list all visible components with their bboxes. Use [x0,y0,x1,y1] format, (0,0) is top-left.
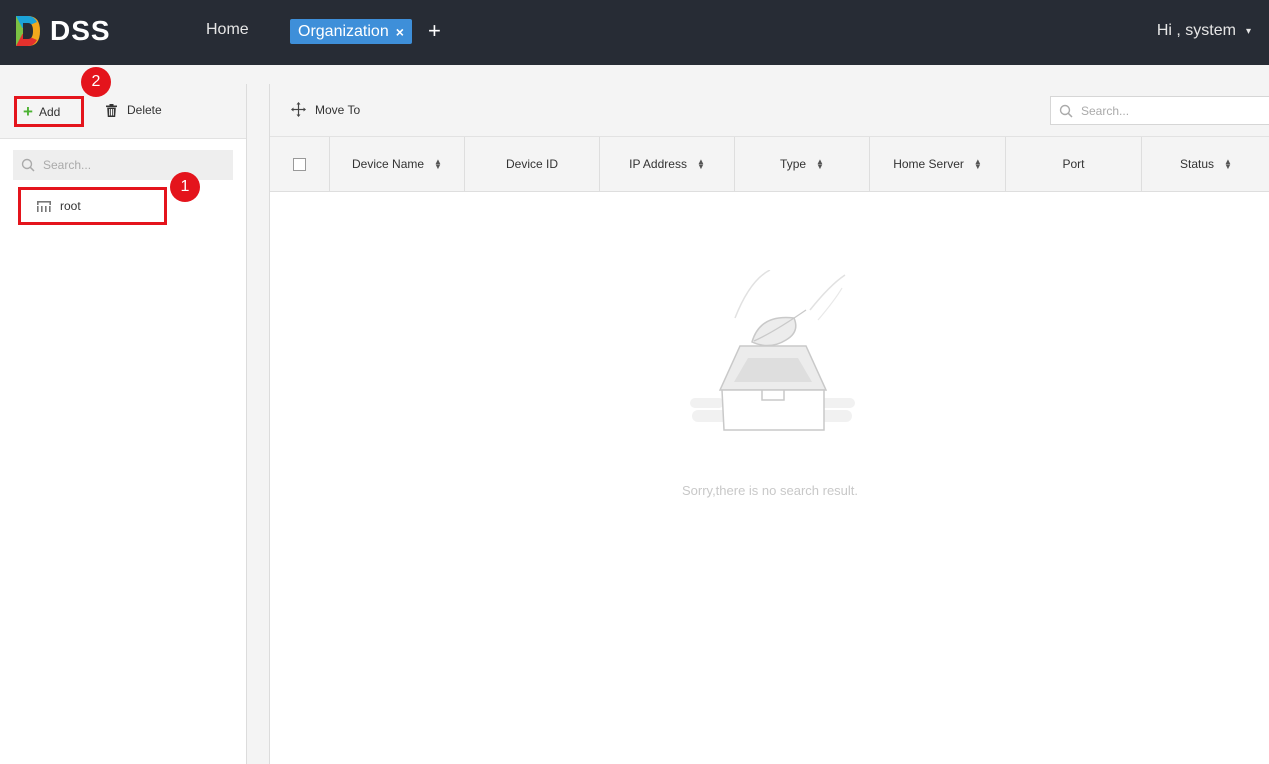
org-tree-icon [37,201,51,212]
dss-logo[interactable]: DSS [14,14,111,48]
column-header-device-id: Device ID [465,137,600,191]
search-icon [21,158,35,172]
column-header-status[interactable]: Status ▲ ▼ [1142,137,1269,191]
tab-organization-label: Organization [298,22,389,40]
column-label: Port [1062,157,1085,171]
callout-badge-1: 1 [170,172,200,202]
plus-icon: + [23,101,33,121]
select-all-cell [270,137,330,191]
column-header-type[interactable]: Type ▲ ▼ [735,137,870,191]
user-greeting: Hi , system [1156,22,1236,39]
top-bar: DSS Home Organization × + Hi , system ▾ [0,0,1269,65]
column-header-home-server[interactable]: Home Server ▲ ▼ [870,137,1006,191]
empty-message: Sorry,there is no search result. [681,483,859,498]
column-label: Status [1180,157,1215,171]
trash-icon [106,103,117,117]
add-tab-button[interactable]: + [428,18,441,44]
dss-logo-icon [16,16,40,46]
column-label: Device Name [352,157,425,171]
tree-node-label: root [60,199,81,213]
column-label: Device ID [505,157,558,171]
sort-icon[interactable]: ▲ ▼ [1224,158,1232,171]
tree-toolbar: + Add Delete [0,84,246,139]
empty-state: Sorry,there is no search result. [270,192,1269,764]
user-menu[interactable]: Hi , system ▾ [1157,22,1251,40]
tree-node-root[interactable]: root [18,187,167,225]
device-search-input[interactable]: Search... [1050,96,1269,125]
delete-button[interactable]: Delete [106,103,162,117]
device-search-placeholder: Search... [1081,103,1130,118]
column-header-ip-address[interactable]: IP Address ▲ ▼ [600,137,735,191]
caret-down-icon: ▾ [1245,25,1251,37]
column-label: Type [780,157,807,171]
callout-badge-2: 2 [81,67,111,97]
organization-tree-panel: + Add Delete Search... root [0,84,247,764]
logo-text: DSS [50,15,111,46]
delete-button-label: Delete [127,103,162,117]
tree-search-placeholder: Search... [43,158,92,172]
move-arrows-icon [291,102,306,117]
column-header-device-name[interactable]: Device Name ▲ ▼ [330,137,465,191]
column-header-port: Port [1006,137,1142,191]
column-label: Home Server [893,157,964,171]
nav-home[interactable]: Home [206,21,249,39]
sort-icon[interactable]: ▲ ▼ [697,158,705,171]
move-to-label: Move To [315,102,361,117]
device-table-header: Device Name ▲ ▼ Device ID IP Address ▲ ▼ T… [270,137,1269,192]
tab-organization[interactable]: Organization × [290,19,412,44]
select-all-checkbox[interactable] [293,157,306,171]
device-toolbar: Move To Search... [270,84,1269,137]
move-to-button[interactable]: Move To [291,102,360,117]
add-button-label: Add [38,104,61,119]
sort-icon[interactable]: ▲ ▼ [816,158,824,171]
tree-search-input[interactable]: Search... [13,150,233,180]
column-label: IP Address [629,157,687,171]
close-icon[interactable]: × [396,24,404,40]
add-button[interactable]: + Add [14,96,84,127]
search-icon [1059,104,1073,118]
device-list-panel: Move To Search... Device Name ▲ ▼ Device … [269,84,1269,764]
sort-icon[interactable]: ▲ ▼ [434,158,442,171]
sort-icon[interactable]: ▲ ▼ [974,158,982,171]
empty-box-icon [690,270,855,431]
